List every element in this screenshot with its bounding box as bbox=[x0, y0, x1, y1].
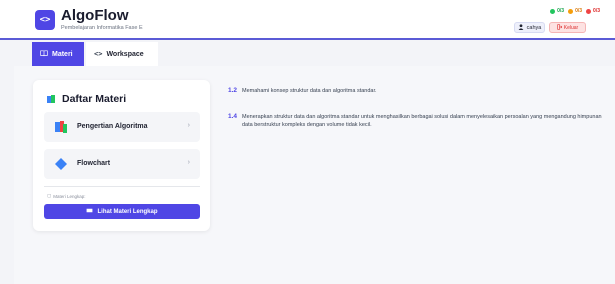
stat-red-value: 0/3 bbox=[593, 8, 600, 14]
book-icon bbox=[40, 50, 48, 59]
stat-red: 0/3 bbox=[586, 8, 600, 14]
app-title: AlgoFlow bbox=[61, 7, 129, 24]
objective-number: 1.2 bbox=[228, 87, 238, 94]
logout-label: Keluar bbox=[563, 24, 579, 31]
user-icon bbox=[518, 23, 524, 32]
tab-bar: Materi <> Workspace bbox=[0, 42, 615, 66]
materi-panel: Daftar Materi Pengertian Algoritma › Flo… bbox=[33, 80, 210, 231]
logout-icon bbox=[557, 23, 563, 32]
books-icon bbox=[47, 95, 56, 103]
objective-item: 1.4 Menerapkan struktur data dan algorit… bbox=[228, 113, 608, 131]
complete-label: ▢ Materi Lengkap: bbox=[47, 193, 86, 199]
objective-text: Menerapkan struktur data dan algoritma s… bbox=[242, 114, 602, 128]
tab-materi[interactable]: Materi bbox=[32, 42, 84, 66]
panel-title: Daftar Materi bbox=[47, 93, 126, 105]
objective-text: Memahami konsep struktur data dan algori… bbox=[242, 88, 377, 94]
file-icon: ▢ bbox=[47, 193, 52, 198]
diamond-icon bbox=[54, 157, 68, 171]
list-item-flowchart[interactable]: Flowchart › bbox=[44, 149, 200, 179]
user-chip[interactable]: cahya bbox=[514, 22, 545, 33]
app-header: <> AlgoFlow Pembelajaran Informatika Fas… bbox=[0, 0, 615, 40]
chevron-right-icon: › bbox=[187, 159, 190, 166]
stat-green: 0/3 bbox=[550, 8, 564, 14]
view-complete-materi-button[interactable]: Lihat Materi Lengkap bbox=[44, 204, 200, 219]
complete-label-text: Materi Lengkap: bbox=[53, 193, 86, 199]
algorithm-icon bbox=[54, 120, 68, 134]
objective-number: 1.4 bbox=[228, 113, 238, 120]
divider bbox=[44, 186, 200, 187]
stat-green-value: 0/3 bbox=[557, 8, 565, 14]
chevron-right-icon: › bbox=[187, 122, 190, 129]
code-logo-icon: <> bbox=[35, 10, 55, 30]
logout-button[interactable]: Keluar bbox=[549, 22, 586, 33]
yellow-dot-icon bbox=[568, 8, 574, 14]
app-subtitle: Pembelajaran Informatika Fase E bbox=[61, 25, 143, 31]
tab-workspace-label: Workspace bbox=[106, 50, 144, 58]
red-dot-icon bbox=[586, 8, 592, 14]
stat-yellow-value: 0/3 bbox=[575, 8, 583, 14]
list-item-label: Pengertian Algoritma bbox=[77, 123, 148, 130]
code-icon: <> bbox=[94, 50, 103, 58]
tab-materi-label: Materi bbox=[52, 50, 73, 58]
list-item-pengertian-algoritma[interactable]: Pengertian Algoritma › bbox=[44, 112, 200, 142]
panel-title-text: Daftar Materi bbox=[62, 93, 127, 105]
tab-workspace[interactable]: <> Workspace bbox=[86, 42, 158, 66]
objective-item: 1.2 Memahami konsep struktur data dan al… bbox=[228, 87, 608, 97]
complete-button-label: Lihat Materi Lengkap bbox=[97, 208, 158, 215]
green-dot-icon bbox=[550, 8, 556, 14]
book-open-icon bbox=[86, 208, 93, 215]
user-name: cahya bbox=[526, 24, 542, 31]
progress-stats: 0/3 0/3 0/3 bbox=[550, 8, 600, 14]
list-item-label: Flowchart bbox=[77, 160, 111, 167]
stat-yellow: 0/3 bbox=[568, 8, 582, 14]
